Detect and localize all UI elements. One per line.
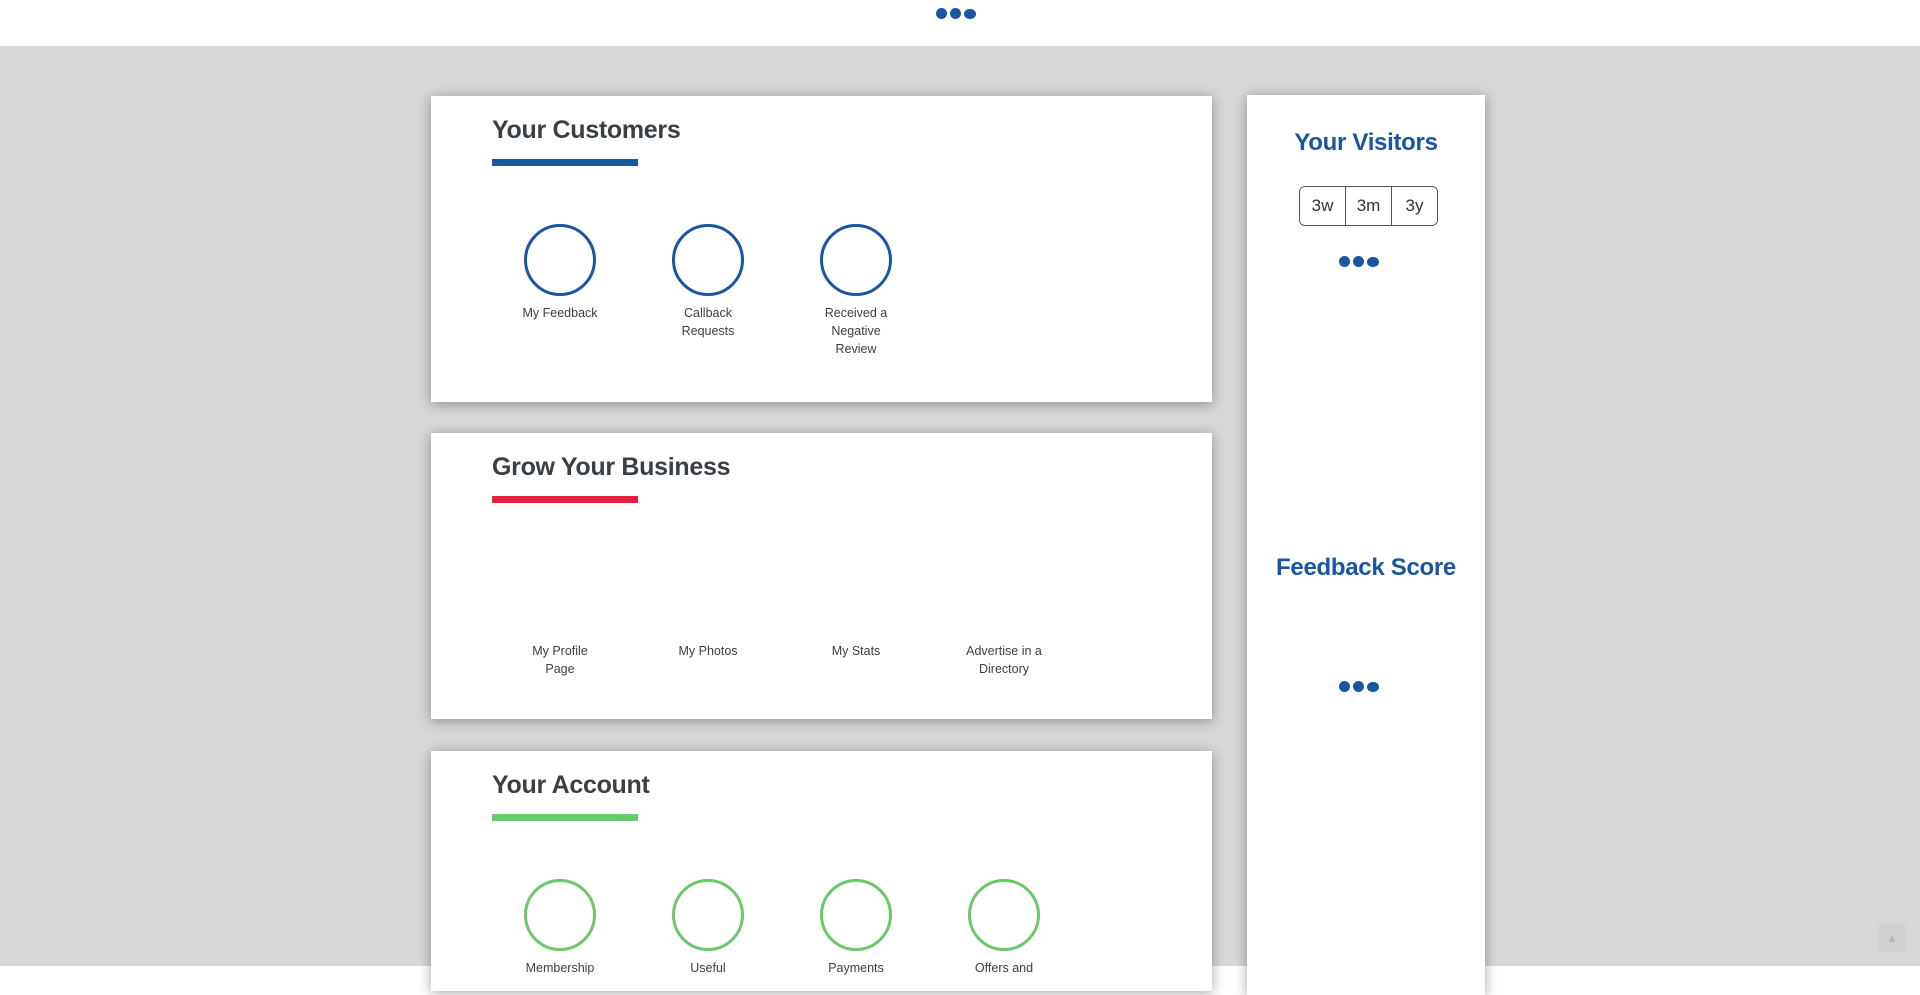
customers-card: Your Customers My Feedback Callback Requ… bbox=[431, 96, 1212, 402]
tile-negative-review[interactable]: Received a Negative Review bbox=[796, 224, 916, 358]
feedback-loading-icon bbox=[1339, 681, 1382, 692]
useful-icon bbox=[672, 879, 744, 951]
tile-my-profile-page[interactable]: My Profile Page bbox=[500, 634, 620, 678]
account-underline bbox=[492, 814, 638, 821]
offers-icon bbox=[968, 879, 1040, 951]
range-3w-button[interactable]: 3w bbox=[1300, 187, 1346, 225]
tile-label: Useful bbox=[690, 961, 726, 975]
tile-label: Callback Requests bbox=[681, 306, 735, 338]
tile-label: My Stats bbox=[831, 644, 881, 658]
tile-my-stats[interactable]: My Stats bbox=[796, 634, 916, 660]
dashboard-area: Your Customers My Feedback Callback Requ… bbox=[0, 46, 1920, 995]
tile-my-photos[interactable]: My Photos bbox=[648, 634, 768, 660]
negative-review-icon bbox=[820, 224, 892, 296]
grow-business-title: Grow Your Business bbox=[492, 453, 731, 481]
customers-title: Your Customers bbox=[492, 116, 681, 144]
tile-label: Advertise in a Directory bbox=[966, 644, 1042, 676]
visitors-loading-icon bbox=[1339, 256, 1382, 267]
tile-payments[interactable]: Payments bbox=[796, 879, 916, 977]
range-3m-button[interactable]: 3m bbox=[1346, 187, 1392, 225]
grow-business-underline bbox=[492, 496, 638, 503]
tile-label: Payments bbox=[828, 961, 884, 975]
top-bar bbox=[0, 0, 1920, 46]
tile-label: My Photos bbox=[678, 644, 738, 658]
account-title: Your Account bbox=[492, 771, 650, 799]
tile-label: Membership bbox=[525, 961, 595, 975]
tile-offers[interactable]: Offers and bbox=[944, 879, 1064, 977]
tile-label: My Feedback bbox=[522, 306, 598, 320]
tile-label: Offers and bbox=[974, 961, 1034, 975]
tile-advertise-directory[interactable]: Advertise in a Directory bbox=[944, 634, 1064, 678]
tile-membership[interactable]: Membership bbox=[500, 879, 620, 977]
grow-business-card: Grow Your Business My Profile Page My Ph… bbox=[431, 433, 1212, 719]
payments-icon bbox=[820, 879, 892, 951]
tile-useful[interactable]: Useful bbox=[648, 879, 768, 977]
my-feedback-icon bbox=[524, 224, 596, 296]
visitors-range-selector: 3w 3m 3y bbox=[1299, 186, 1438, 226]
visitors-title: Your Visitors bbox=[1294, 129, 1438, 156]
range-3y-button[interactable]: 3y bbox=[1392, 187, 1437, 225]
customers-underline bbox=[492, 159, 638, 166]
tile-label: Received a Negative Review bbox=[824, 306, 888, 356]
tile-label: My Profile Page bbox=[532, 644, 588, 676]
loading-dots-icon bbox=[936, 8, 979, 19]
back-to-top-icon[interactable]: ▲ bbox=[1878, 924, 1906, 952]
stats-sidebar: Your Visitors 3w 3m 3y Feedback Score bbox=[1247, 95, 1485, 995]
tile-my-feedback[interactable]: My Feedback bbox=[500, 224, 620, 322]
feedback-score-title: Feedback Score bbox=[1276, 554, 1456, 581]
tile-callback-requests[interactable]: Callback Requests bbox=[648, 224, 768, 340]
account-card: Your Account Membership Useful Payments … bbox=[431, 751, 1212, 991]
membership-icon bbox=[524, 879, 596, 951]
callback-requests-icon bbox=[672, 224, 744, 296]
